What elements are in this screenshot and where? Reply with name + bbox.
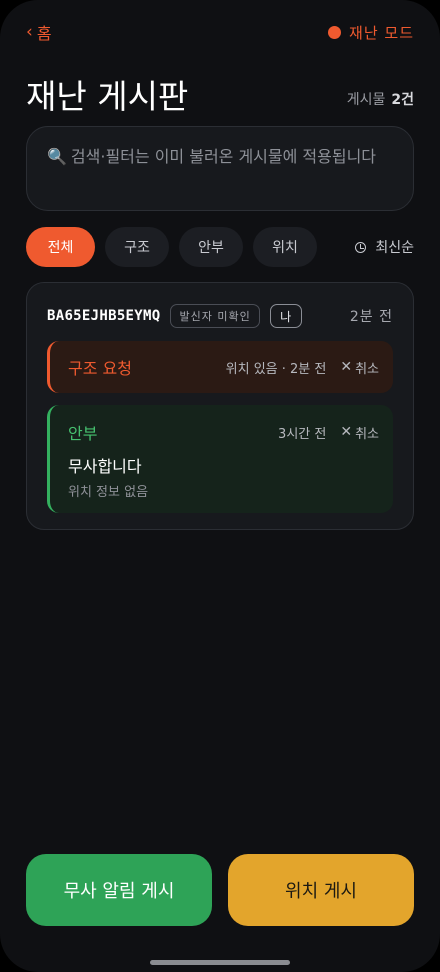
filter-chips: 전체 구조 안부 위치 최신순: [26, 227, 414, 267]
status-dot-icon: [328, 25, 342, 39]
search-icon: 🔍: [47, 147, 67, 166]
filter-chip-safety[interactable]: 안부: [179, 227, 243, 267]
device-id: BA65EJHB5EYMQ: [47, 308, 161, 324]
back-home-button[interactable]: ‹ 홈: [26, 20, 52, 44]
cancel-button[interactable]: ✕ 취소: [340, 423, 379, 442]
close-icon: ✕: [340, 424, 353, 440]
entry-type: 안부: [68, 424, 98, 443]
post-count-label: 게시물: [346, 92, 386, 108]
cancel-button[interactable]: ✕ 취소: [340, 358, 379, 377]
entry-meta: 위치 있음 · 2분 전: [225, 361, 327, 377]
disaster-mode-indicator[interactable]: 재난 모드: [328, 22, 414, 43]
entry-message: 무사합니다: [68, 457, 142, 476]
page-title: 재난 게시판: [26, 77, 189, 116]
post-count: 게시물 2건: [347, 89, 414, 109]
cancel-label: 취소: [355, 426, 379, 442]
sort-button[interactable]: 최신순: [355, 237, 414, 257]
post-age: 2분 전: [349, 309, 393, 325]
entry-row: 안부 3시간 전 ✕ 취소: [68, 420, 379, 444]
safety-check-entry[interactable]: 안부 3시간 전 ✕ 취소 무사합니다 위치 정보 없음: [47, 405, 393, 513]
chevron-left-icon: ‹: [26, 22, 33, 42]
entry-meta: 3시간 전: [278, 426, 327, 442]
sort-label: 최신순: [375, 240, 414, 256]
mode-label: 재난 모드: [349, 23, 414, 42]
back-label: 홈: [36, 24, 52, 43]
me-badge: 나: [269, 304, 302, 328]
home-indicator[interactable]: [150, 960, 290, 965]
screen: ‹ 홈 재난 모드 재난 게시판 게시물 2건 🔍 검색·필터는 이미 불러온 게시…: [0, 0, 440, 972]
entry-type: 구조 요청: [68, 359, 132, 378]
top-bar: ‹ 홈 재난 모드: [26, 20, 414, 44]
clock-icon: [355, 241, 367, 253]
search-input[interactable]: 🔍 검색·필터는 이미 불러온 게시물에 적용됩니다: [26, 126, 414, 211]
entry-row: 구조 요청 위치 있음 · 2분 전 ✕ 취소: [68, 355, 379, 379]
post-count-value: 2건: [391, 92, 414, 108]
close-icon: ✕: [340, 359, 353, 375]
post-card-header: BA65EJHB5EYMQ 발신자 미확인 나 2분 전: [47, 303, 393, 329]
filter-chip-all[interactable]: 전체: [26, 227, 95, 267]
post-safe-button[interactable]: 무사 알림 게시: [26, 854, 212, 926]
cancel-label: 취소: [355, 361, 379, 377]
filter-chip-location[interactable]: 위치: [253, 227, 317, 267]
entry-location: 위치 정보 없음: [68, 485, 149, 500]
rescue-request-entry[interactable]: 구조 요청 위치 있음 · 2분 전 ✕ 취소: [47, 341, 393, 393]
search-placeholder: 검색·필터는 이미 불러온 게시물에 적용됩니다: [70, 147, 377, 166]
sender-unverified-badge: 발신자 미확인: [170, 304, 260, 328]
post-location-button[interactable]: 위치 게시: [228, 854, 414, 926]
filter-chip-rescue[interactable]: 구조: [105, 227, 169, 267]
post-card[interactable]: BA65EJHB5EYMQ 발신자 미확인 나 2분 전 구조 요청 위치 있음…: [26, 282, 414, 530]
